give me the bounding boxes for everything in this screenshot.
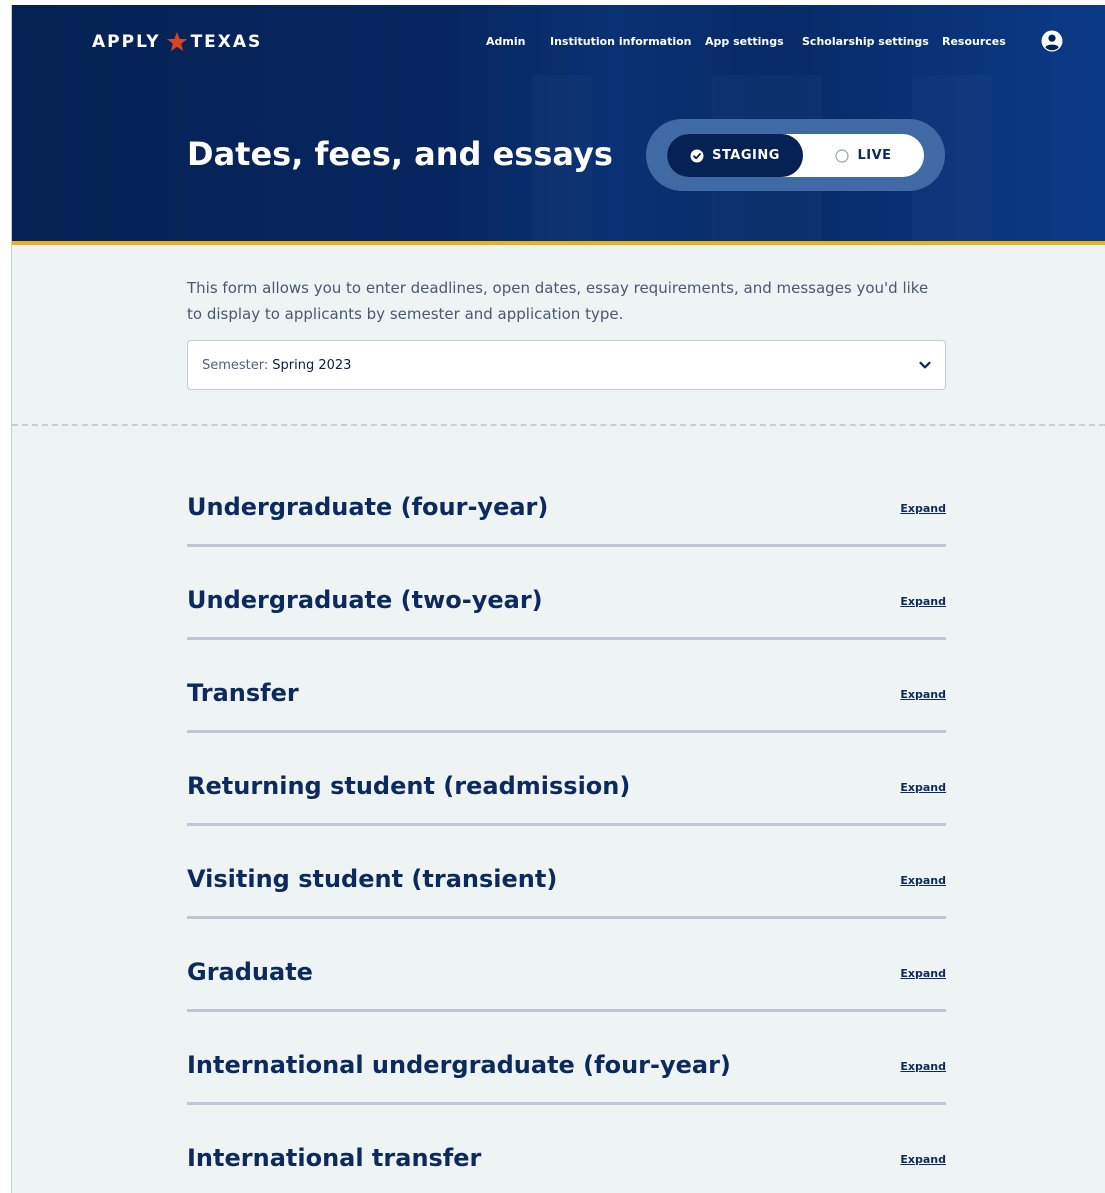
toggle-option-live[interactable]: LIVE — [803, 134, 924, 177]
section-title: International undergraduate (four-year) — [187, 1051, 731, 1079]
section-title: Returning student (readmission) — [187, 772, 631, 800]
check-circle-icon — [690, 149, 704, 162]
semester-select[interactable]: Semester: Spring 2023 — [187, 340, 946, 390]
section-rule — [187, 1009, 946, 1012]
toggle-label-live: LIVE — [857, 148, 892, 163]
expand-link[interactable]: Expand — [900, 688, 946, 701]
section-international-transfer: International transfer Expand — [187, 1126, 946, 1193]
application-type-sections: Undergraduate (four-year) Expand Undergr… — [187, 475, 946, 1193]
section-divider — [12, 424, 1105, 426]
section-returning-student: Returning student (readmission) Expand — [187, 754, 946, 847]
section-title: Visiting student (transient) — [187, 865, 558, 893]
section-title: Graduate — [187, 958, 313, 986]
semester-select-label: Semester: — [202, 357, 269, 373]
toggle-label-staging: STAGING — [712, 148, 780, 163]
section-rule — [187, 637, 946, 640]
nav-item-admin[interactable]: Admin — [486, 35, 525, 48]
nav-item-app-settings[interactable]: App settings — [705, 35, 784, 48]
radio-empty-icon — [835, 148, 850, 163]
page-header: APPLY TEXAS Admin Institution informatio… — [12, 5, 1105, 241]
section-title: Undergraduate (two-year) — [187, 586, 543, 614]
section-rule — [187, 1102, 946, 1105]
environment-toggle-wrapper: STAGING LIVE — [646, 119, 945, 191]
section-rule — [187, 730, 946, 733]
section-title: Transfer — [187, 679, 299, 707]
section-undergraduate-four-year: Undergraduate (four-year) Expand — [187, 475, 946, 568]
top-nav: Admin Institution information App settin… — [12, 35, 1105, 55]
environment-toggle[interactable]: STAGING LIVE — [667, 134, 924, 177]
toggle-option-staging[interactable]: STAGING — [667, 134, 803, 177]
section-visiting-student: Visiting student (transient) Expand — [187, 847, 946, 940]
nav-item-resources[interactable]: Resources — [942, 35, 1006, 48]
expand-link[interactable]: Expand — [900, 781, 946, 794]
section-transfer: Transfer Expand — [187, 661, 946, 754]
semester-select-value: Spring 2023 — [272, 357, 352, 373]
section-graduate: Graduate Expand — [187, 940, 946, 1033]
section-international-undergraduate: International undergraduate (four-year) … — [187, 1033, 946, 1126]
section-rule — [187, 544, 946, 547]
section-rule — [187, 916, 946, 919]
expand-link[interactable]: Expand — [900, 967, 946, 980]
section-title: Undergraduate (four-year) — [187, 493, 549, 521]
expand-link[interactable]: Expand — [900, 595, 946, 608]
expand-link[interactable]: Expand — [900, 874, 946, 887]
app-frame: APPLY TEXAS Admin Institution informatio… — [11, 5, 1105, 1193]
nav-item-institution-information[interactable]: Institution information — [550, 35, 692, 48]
section-title: International transfer — [187, 1144, 482, 1172]
section-undergraduate-two-year: Undergraduate (two-year) Expand — [187, 568, 946, 661]
nav-item-scholarship-settings[interactable]: Scholarship settings — [802, 35, 929, 48]
chevron-down-icon — [919, 361, 931, 369]
expand-link[interactable]: Expand — [900, 1060, 946, 1073]
header-accent-rule — [12, 241, 1105, 245]
intro-text: This form allows you to enter deadlines,… — [187, 279, 929, 323]
section-rule — [187, 823, 946, 826]
expand-link[interactable]: Expand — [900, 502, 946, 515]
expand-link[interactable]: Expand — [900, 1153, 946, 1166]
user-circle-icon[interactable] — [1041, 30, 1063, 52]
page-title: Dates, fees, and essays — [187, 135, 613, 173]
